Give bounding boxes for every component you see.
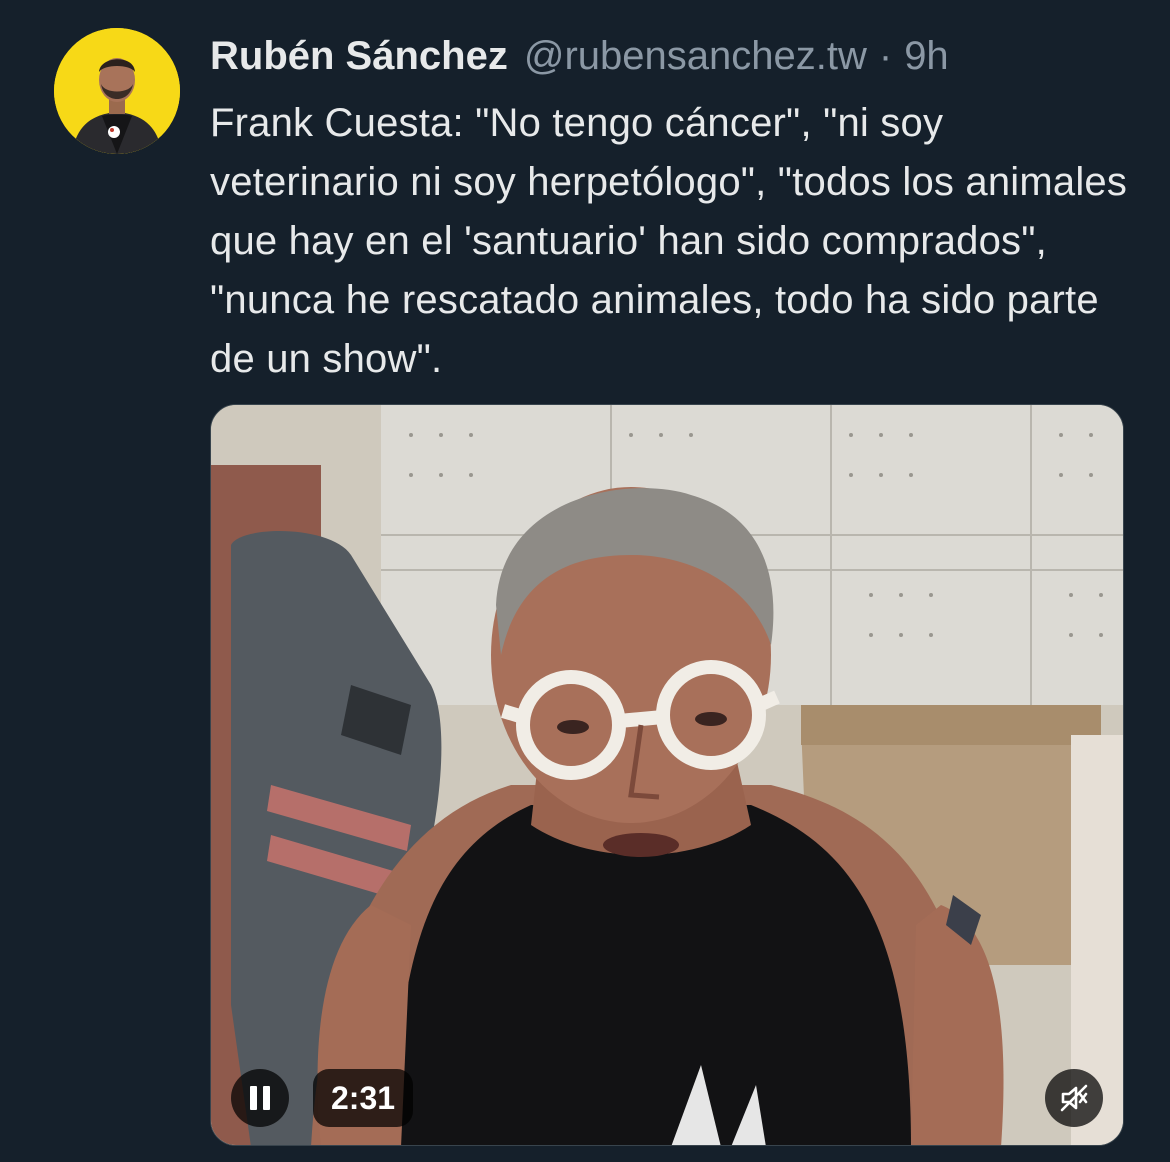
separator-dot: ·	[878, 34, 893, 78]
tweet-timestamp[interactable]: 9h	[904, 30, 949, 82]
tweet[interactable]: Rubén Sánchez @rubensanchez.tw · 9h Fran…	[0, 0, 1170, 1162]
author-handle[interactable]: @rubensanchez.tw	[524, 30, 867, 82]
tweet-text: Frank Cuesta: "No tengo cáncer", "ni soy…	[210, 101, 1128, 381]
avatar[interactable]	[54, 28, 180, 154]
tweet-header: Rubén Sánchez @rubensanchez.tw · 9h	[210, 30, 949, 82]
pause-icon	[263, 1086, 270, 1110]
unmute-button[interactable]	[1045, 1069, 1103, 1127]
pause-icon	[250, 1086, 257, 1110]
pause-button[interactable]	[231, 1069, 289, 1127]
video-duration: 2:31	[313, 1069, 414, 1127]
video-frame	[211, 405, 1123, 1145]
author-display-name[interactable]: Rubén Sánchez	[210, 30, 508, 82]
video-player[interactable]: 2:31	[210, 404, 1124, 1146]
speaker-muted-icon	[1060, 1084, 1088, 1112]
